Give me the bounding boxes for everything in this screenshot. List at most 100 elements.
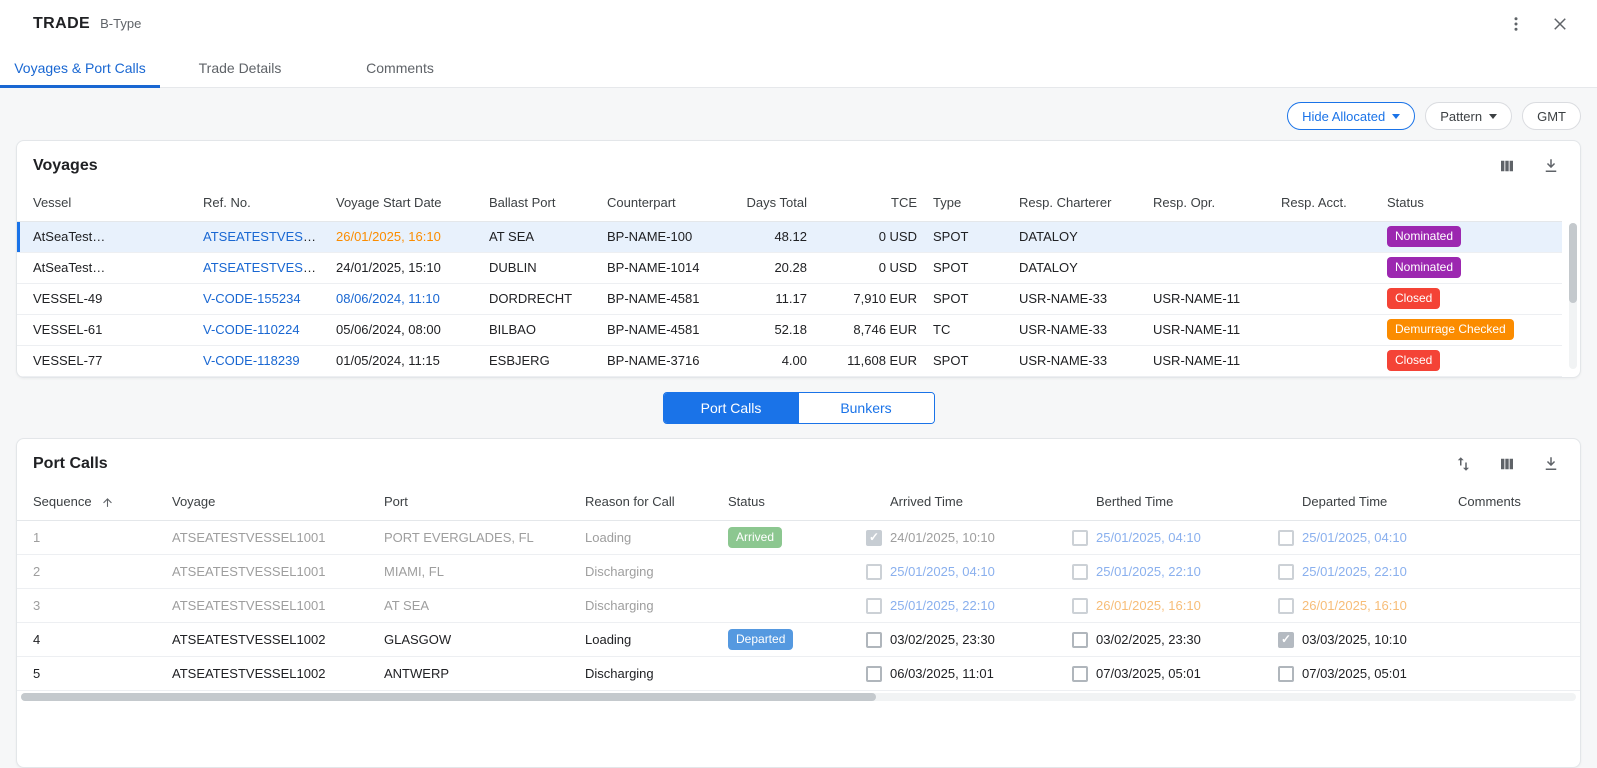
hide-allocated-button[interactable]: Hide Allocated [1287,102,1415,130]
scrollbar-thumb[interactable] [1569,223,1577,303]
port-call-row[interactable]: 5 ATSEATESTVESSEL1002 ANTWERP Dischargin… [17,657,1580,691]
col-days-total[interactable]: Days Total [729,185,815,221]
reason-cell: Discharging [577,589,720,623]
col-resp-opr[interactable]: Resp. Opr. [1145,185,1273,221]
sort-asc-icon [101,496,114,509]
departed-checkbox[interactable] [1278,564,1294,580]
departed-checkbox[interactable] [1278,530,1294,546]
ref-no-link[interactable]: V-CODE-118239 [203,353,300,368]
col-reason-for-call[interactable]: Reason for Call [577,483,720,521]
reason-cell: Discharging [577,657,720,691]
columns-icon[interactable] [1496,155,1518,177]
col-vessel[interactable]: Vessel [17,185,195,221]
voyage-row[interactable]: VESSEL-49 V-CODE-155234 08/06/2024, 11:1… [17,283,1562,314]
port-call-row[interactable]: 1 ATSEATESTVESSEL1001 PORT EVERGLADES, F… [17,521,1580,555]
col-voyage[interactable]: Voyage [164,483,376,521]
ref-no-link[interactable]: ATSEATESTVESSEL1002 [203,229,328,244]
departed-checkbox[interactable] [1278,666,1294,682]
columns-icon[interactable] [1496,453,1518,475]
col-resp-charterer[interactable]: Resp. Charterer [1011,185,1145,221]
pattern-button[interactable]: Pattern [1425,102,1512,130]
port-call-row[interactable]: 4 ATSEATESTVESSEL1002 GLASGOW Loading De… [17,623,1580,657]
departed-checkbox[interactable] [1278,632,1294,648]
ballast-port-cell: ESBJERG [481,345,599,376]
tab-voyages-port-calls[interactable]: Voyages & Port Calls [0,48,160,87]
berthed-checkbox[interactable] [1072,632,1088,648]
berthed-checkbox[interactable] [1072,598,1088,614]
download-icon[interactable] [1540,155,1562,177]
col-resp-acct[interactable]: Resp. Acct. [1273,185,1379,221]
arrived-checkbox[interactable] [866,632,882,648]
berthed-checkbox[interactable] [1072,530,1088,546]
timezone-button[interactable]: GMT [1522,102,1581,130]
tab-bar: Voyages & Port Calls Trade Details Comme… [0,48,1597,88]
resp-charterer-cell: DATALOY [1011,221,1145,252]
ballast-port-cell: BILBAO [481,314,599,345]
port-calls-horizontal-scrollbar[interactable] [21,693,1576,701]
departed-time: 26/01/2025, 16:10 [1302,598,1407,613]
col-sequence[interactable]: Sequence [17,483,164,521]
col-ballast-port[interactable]: Ballast Port [481,185,599,221]
voyage-row[interactable]: AtSeaTest… ATSEATESTVESSEL1001 24/01/202… [17,252,1562,283]
toggle-bunkers[interactable]: Bunkers [799,393,934,423]
resp-opr-cell: USR-NAME-11 [1145,283,1273,314]
download-icon[interactable] [1540,453,1562,475]
port-call-row[interactable]: 3 ATSEATESTVESSEL1001 AT SEA Discharging… [17,589,1580,623]
col-tce[interactable]: TCE [815,185,925,221]
more-options-icon[interactable] [1505,13,1527,35]
comments-cell [1450,657,1580,691]
counterpart-cell: BP-NAME-3716 [599,345,729,376]
arrived-time-cell: 24/01/2025, 10:10 [858,521,1064,555]
arrived-checkbox[interactable] [866,530,882,546]
voyages-title: Voyages [33,157,98,175]
col-departed-time[interactable]: Departed Time [1270,483,1450,521]
col-comments[interactable]: Comments [1450,483,1580,521]
scrollbar-thumb[interactable] [21,693,876,701]
col-ref-no[interactable]: Ref. No. [195,185,328,221]
tce-cell: 8,746 EUR [815,314,925,345]
port-call-row[interactable]: 2 ATSEATESTVESSEL1001 MIAMI, FL Discharg… [17,555,1580,589]
departed-checkbox[interactable] [1278,598,1294,614]
col-port[interactable]: Port [376,483,577,521]
close-icon[interactable] [1549,13,1571,35]
voyages-scrollbar[interactable] [1569,223,1577,369]
sort-icon[interactable] [1452,453,1474,475]
type-cell: SPOT [925,252,1011,283]
arrived-checkbox[interactable] [866,598,882,614]
pattern-label: Pattern [1440,109,1482,124]
berthed-checkbox[interactable] [1072,564,1088,580]
arrived-checkbox[interactable] [866,666,882,682]
type-cell: SPOT [925,345,1011,376]
ref-no-cell: ATSEATESTVESSEL1001 [195,252,328,283]
col-type[interactable]: Type [925,185,1011,221]
toggle-port-calls[interactable]: Port Calls [664,393,799,423]
col-status[interactable]: Status [1379,185,1562,221]
voyage-row[interactable]: VESSEL-77 V-CODE-118239 01/05/2024, 11:1… [17,345,1562,376]
voyage-cell: ATSEATESTVESSEL1002 [164,623,376,657]
tab-trade-details[interactable]: Trade Details [160,48,320,87]
departed-time: 25/01/2025, 22:10 [1302,564,1407,579]
col-counterpart[interactable]: Counterpart [599,185,729,221]
tab-comments[interactable]: Comments [320,48,480,87]
voyage-row[interactable]: VESSEL-61 V-CODE-110224 05/06/2024, 08:0… [17,314,1562,345]
col-status[interactable]: Status [720,483,858,521]
resp-charterer-cell: USR-NAME-33 [1011,345,1145,376]
status-cell: Nominated [1379,221,1562,252]
ref-no-link[interactable]: V-CODE-110224 [203,322,300,337]
berthed-time: 07/03/2025, 05:01 [1096,666,1201,681]
resp-opr-cell [1145,221,1273,252]
col-arrived-time[interactable]: Arrived Time [858,483,1064,521]
port-cell: MIAMI, FL [376,555,577,589]
berthed-checkbox[interactable] [1072,666,1088,682]
col-berthed-time[interactable]: Berthed Time [1064,483,1270,521]
arrived-checkbox[interactable] [866,564,882,580]
resp-opr-cell: USR-NAME-11 [1145,345,1273,376]
ref-no-link[interactable]: ATSEATESTVESSEL1001 [203,260,328,275]
ref-no-cell: V-CODE-155234 [195,283,328,314]
status-cell: Demurrage Checked [1379,314,1562,345]
col-voyage-start-date[interactable]: Voyage Start Date [328,185,481,221]
departed-time-cell: 03/03/2025, 10:10 [1270,623,1450,657]
resp-acct-cell [1273,314,1379,345]
voyage-row[interactable]: AtSeaTest… ATSEATESTVESSEL1002 26/01/202… [17,221,1562,252]
ref-no-link[interactable]: V-CODE-155234 [203,291,301,306]
